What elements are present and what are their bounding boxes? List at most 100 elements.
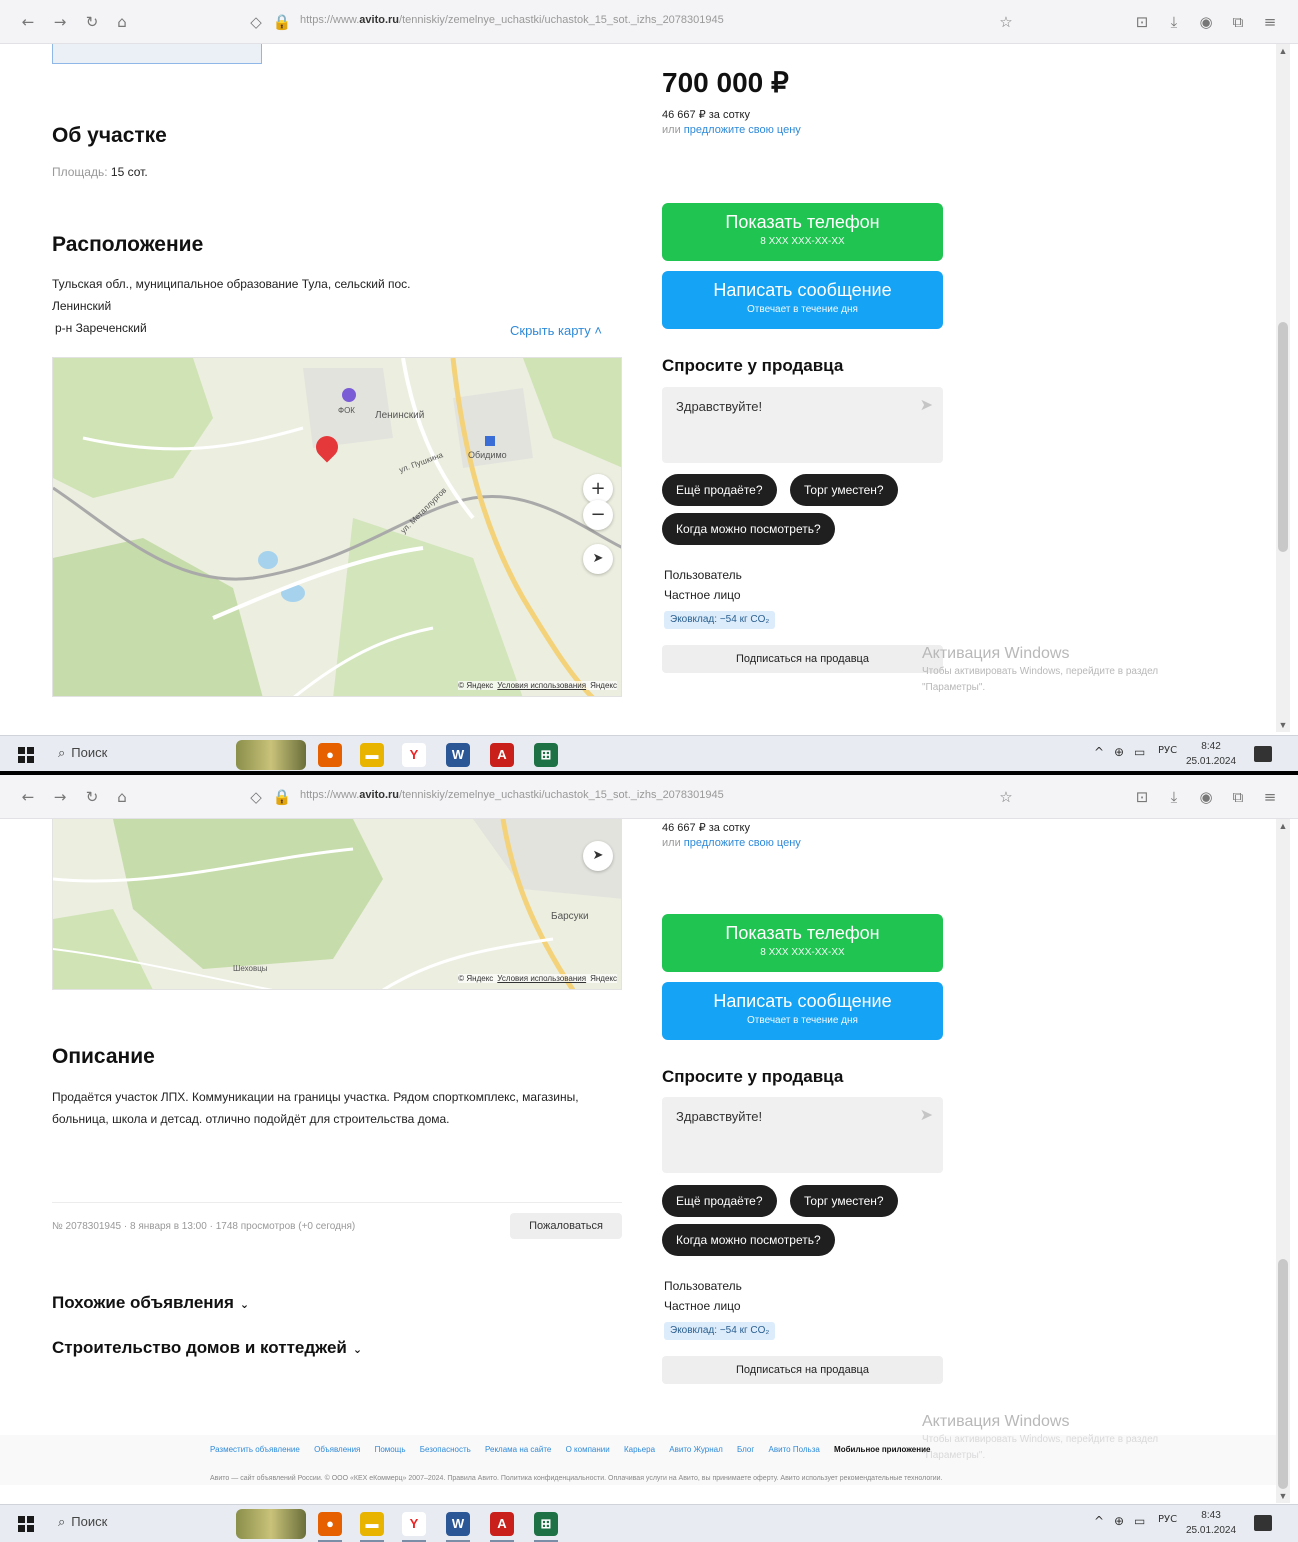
chip-bargain[interactable]: Торг уместен? xyxy=(790,1185,898,1217)
subscribe-button[interactable]: Подписаться на продавца xyxy=(662,645,943,673)
language-indicator[interactable]: РУС xyxy=(1158,1514,1177,1525)
location-map[interactable]: Ленинский Обидимо ФОК ул. Пушкина ул. Ме… xyxy=(52,357,622,697)
footer-link[interactable]: Мобильное приложение xyxy=(834,1445,930,1454)
construction-toggle[interactable]: Строительство домов и коттеджей ⌄ xyxy=(52,1338,362,1358)
file-explorer-icon[interactable]: ▬ xyxy=(360,743,384,767)
tray-network-icon[interactable]: ⊕ xyxy=(1114,745,1124,759)
bookmark-star-icon[interactable]: ☆ xyxy=(996,12,1016,32)
chip-when-view[interactable]: Когда можно посмотреть? xyxy=(662,513,835,545)
send-icon[interactable]: ➤ xyxy=(920,1105,933,1124)
pocket-icon[interactable]: ⊡ xyxy=(1132,12,1152,32)
file-explorer-icon[interactable]: ▬ xyxy=(360,1512,384,1542)
footer-link[interactable]: О компании xyxy=(566,1445,610,1454)
eco-badge[interactable]: Эковклад: −54 кг CO₂ xyxy=(664,611,776,629)
taskbar-clock[interactable]: 8:43 25.01.2024 xyxy=(1186,1508,1236,1538)
footer-link[interactable]: Реклама на сайте xyxy=(485,1445,551,1454)
chip-bargain[interactable]: Торг уместен? xyxy=(790,474,898,506)
forward-icon[interactable]: → xyxy=(50,787,70,807)
footer-link[interactable]: Разместить объявление xyxy=(210,1445,300,1454)
spreadsheet-icon[interactable]: ⊞ xyxy=(534,743,558,767)
notifications-icon[interactable] xyxy=(1254,1515,1272,1531)
footer-link[interactable]: Блог xyxy=(737,1445,754,1454)
scroll-thumb[interactable] xyxy=(1278,1259,1288,1489)
scroll-down-icon[interactable]: ▼ xyxy=(1276,720,1290,730)
page-scrollbar[interactable]: ▲ ▼ xyxy=(1276,819,1290,1503)
tray-chevron-icon[interactable]: ^ xyxy=(1094,745,1104,759)
reload-icon[interactable]: ↻ xyxy=(82,787,102,807)
report-button[interactable]: Пожаловаться xyxy=(510,1213,622,1239)
reload-icon[interactable]: ↻ xyxy=(82,12,102,32)
notifications-icon[interactable] xyxy=(1254,746,1272,762)
footer-link[interactable]: Безопасность xyxy=(420,1445,471,1454)
menu-icon[interactable]: ≡ xyxy=(1260,787,1280,807)
subscribe-button[interactable]: Подписаться на продавца xyxy=(662,1356,943,1384)
show-phone-button[interactable]: Показать телефон 8 XXX XXX-XX-XX xyxy=(662,914,943,972)
spreadsheet-icon[interactable]: ⊞ xyxy=(534,1512,558,1542)
geolocation-icon[interactable]: ➤ xyxy=(583,544,613,574)
yandex-browser-icon[interactable]: Y xyxy=(402,743,426,767)
eco-badge[interactable]: Эковклад: −54 кг CO₂ xyxy=(664,1322,776,1340)
similar-listings-toggle[interactable]: Похожие объявления ⌄ xyxy=(52,1293,249,1313)
windows-start-icon[interactable] xyxy=(18,1516,34,1532)
tray-display-icon[interactable]: ▭ xyxy=(1134,1514,1145,1528)
footer-link[interactable]: Авито Журнал xyxy=(669,1445,723,1454)
home-icon[interactable]: ⌂ xyxy=(112,787,132,807)
pdf-reader-icon[interactable]: A xyxy=(490,1512,514,1542)
offer-price-link[interactable]: предложите свою цену xyxy=(684,124,801,136)
scroll-thumb[interactable] xyxy=(1278,322,1288,552)
zoom-out-button[interactable]: − xyxy=(583,500,613,530)
firefox-icon[interactable]: ● xyxy=(318,743,342,767)
weather-widget-icon[interactable] xyxy=(236,740,306,770)
word-icon[interactable]: W xyxy=(446,743,470,767)
windows-start-icon[interactable] xyxy=(18,747,34,763)
pdf-reader-icon[interactable]: A xyxy=(490,743,514,767)
send-icon[interactable]: ➤ xyxy=(920,395,933,414)
map-terms-link[interactable]: Условия использования xyxy=(497,681,586,690)
word-icon[interactable]: W xyxy=(446,1512,470,1542)
pocket-icon[interactable]: ⊡ xyxy=(1132,787,1152,807)
extensions-icon[interactable]: ⧉ xyxy=(1228,12,1248,32)
home-icon[interactable]: ⌂ xyxy=(112,12,132,32)
hide-map-link[interactable]: Скрыть карту ˄ xyxy=(510,323,602,338)
write-message-button[interactable]: Написать сообщение Отвечает в течение дн… xyxy=(662,982,943,1040)
download-icon[interactable]: ⤓ xyxy=(1164,12,1184,32)
bookmark-star-icon[interactable]: ☆ xyxy=(996,787,1016,807)
footer-link[interactable]: Помощь xyxy=(375,1445,406,1454)
shield-icon[interactable]: ◇ xyxy=(246,12,266,32)
chip-when-view[interactable]: Когда можно посмотреть? xyxy=(662,1224,835,1256)
address-bar[interactable]: ◇ 🔒 https://www.avito.ru/tenniskiy/zemel… xyxy=(240,8,1030,36)
show-phone-button[interactable]: Показать телефон 8 XXX XXX-XX-XX xyxy=(662,203,943,261)
scroll-up-icon[interactable]: ▲ xyxy=(1276,821,1290,831)
geolocation-icon[interactable]: ➤ xyxy=(583,841,613,871)
weather-widget-icon[interactable] xyxy=(236,1509,306,1539)
ask-seller-input[interactable]: Здравствуйте! ➤ xyxy=(662,387,943,463)
write-message-button[interactable]: Написать сообщение Отвечает в течение дн… xyxy=(662,271,943,329)
footer-link[interactable]: Объявления xyxy=(314,1445,360,1454)
taskbar-search[interactable]: ⌕ Поиск xyxy=(58,1514,107,1530)
seller-name[interactable]: Пользователь xyxy=(664,1277,742,1296)
back-icon[interactable]: ← xyxy=(18,787,38,807)
ask-seller-input[interactable]: Здравствуйте! ➤ xyxy=(662,1097,943,1173)
address-bar[interactable]: ◇ 🔒 https://www.avito.ru/tenniskiy/zemel… xyxy=(240,783,1030,811)
account-icon[interactable]: ◉ xyxy=(1196,787,1216,807)
location-map[interactable]: Барсуки Шеховцы ➤ © Яндекс Условия исполь… xyxy=(52,819,622,990)
account-icon[interactable]: ◉ xyxy=(1196,12,1216,32)
tray-display-icon[interactable]: ▭ xyxy=(1134,745,1145,759)
yandex-browser-icon[interactable]: Y xyxy=(402,1512,426,1542)
scroll-up-icon[interactable]: ▲ xyxy=(1276,46,1290,56)
scroll-down-icon[interactable]: ▼ xyxy=(1276,1491,1290,1501)
photo-thumbnails[interactable] xyxy=(52,44,262,64)
shield-icon[interactable]: ◇ xyxy=(246,787,266,807)
menu-icon[interactable]: ≡ xyxy=(1260,12,1280,32)
chip-still-selling[interactable]: Ещё продаёте? xyxy=(662,1185,777,1217)
offer-price-link[interactable]: предложите свою цену xyxy=(684,837,801,849)
map-terms-link[interactable]: Условия использования xyxy=(497,974,586,983)
firefox-icon[interactable]: ● xyxy=(318,1512,342,1542)
taskbar-clock[interactable]: 8:42 25.01.2024 xyxy=(1186,739,1236,769)
language-indicator[interactable]: РУС xyxy=(1158,745,1177,756)
taskbar-search[interactable]: ⌕ Поиск xyxy=(58,745,107,761)
footer-link[interactable]: Авито Польза xyxy=(769,1445,820,1454)
tray-chevron-icon[interactable]: ^ xyxy=(1094,1514,1104,1528)
seller-name[interactable]: Пользователь xyxy=(664,566,742,585)
tray-network-icon[interactable]: ⊕ xyxy=(1114,1514,1124,1528)
